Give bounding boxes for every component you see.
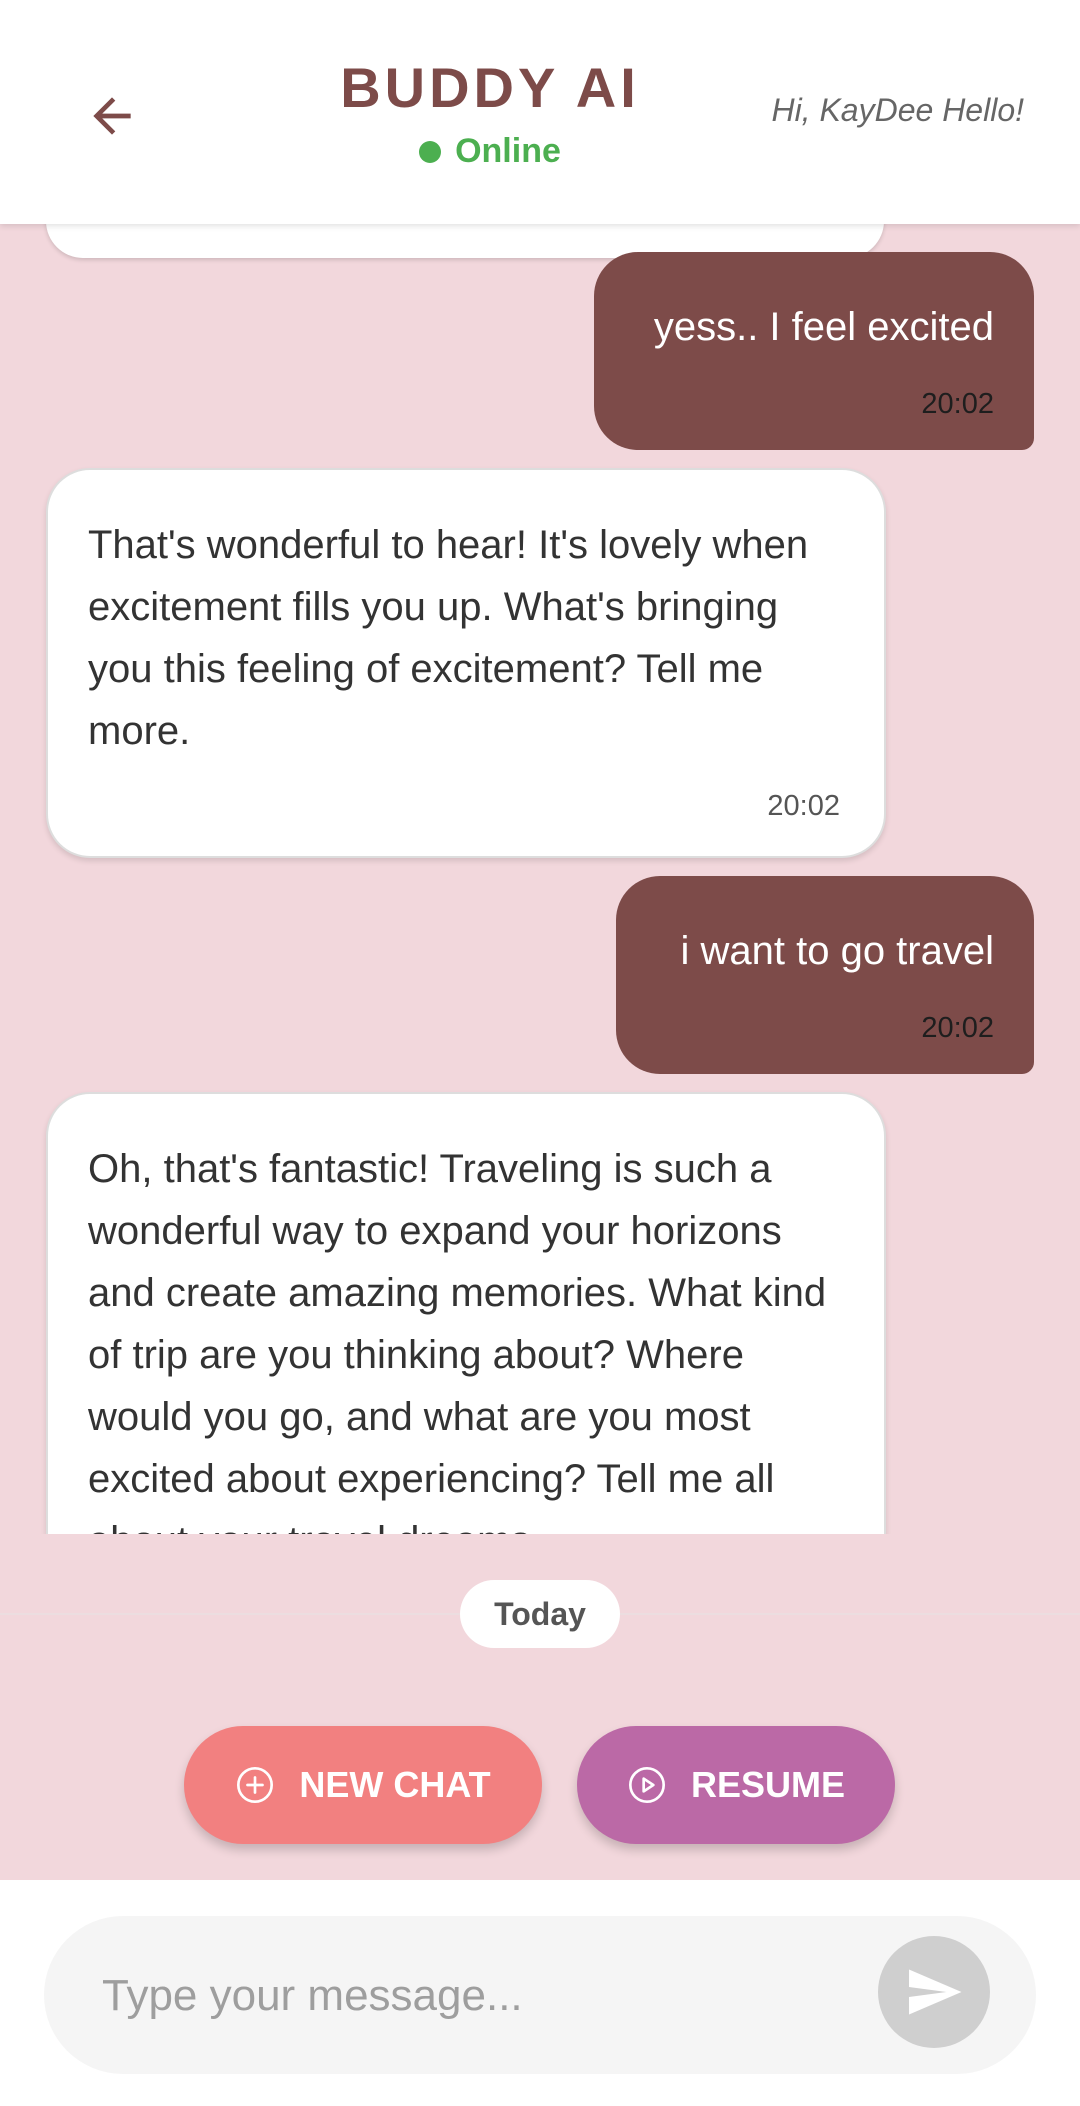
new-chat-label: NEW CHAT <box>299 1764 491 1805</box>
app-title: BUDDY AI <box>340 56 640 119</box>
message-text: i want to go travel <box>680 929 995 973</box>
bot-message-bubble: Oh, that's fantastic! Traveling is such … <box>46 1092 886 1534</box>
message-text: That's wonderful to hear! It's lovely wh… <box>88 523 809 753</box>
date-divider-label: Today <box>460 1580 620 1648</box>
message-time: 20:02 <box>921 1012 994 1044</box>
send-icon <box>909 1969 962 2015</box>
resume-button[interactable]: RESUME <box>577 1726 895 1844</box>
resume-label: RESUME <box>690 1764 846 1805</box>
message-time: 20:02 <box>921 388 994 420</box>
user-message-bubble: yess.. I feel excited 20:02 <box>594 252 1034 450</box>
message-input-container <box>44 1916 1036 2074</box>
plus-circle-icon <box>235 1765 275 1805</box>
back-button[interactable] <box>72 76 152 156</box>
app-header: BUDDY AI Online Hi, KayDee Hello! <box>0 0 1080 224</box>
play-circle-icon <box>627 1765 667 1805</box>
chat-message-list[interactable]: yess.. I feel excited 20:02 That's wonde… <box>0 224 1080 1534</box>
user-message-bubble: i want to go travel 20:02 <box>616 876 1034 1074</box>
user-greeting: Hi, KayDee Hello! <box>771 92 1024 128</box>
message-text: yess.. I feel excited <box>653 305 994 349</box>
arrow-left-icon <box>93 97 131 135</box>
message-composer <box>0 1880 1080 2106</box>
online-dot-icon <box>419 140 442 163</box>
message-text: Oh, that's fantastic! Traveling is such … <box>88 1147 827 1534</box>
new-chat-button[interactable]: NEW CHAT <box>184 1726 542 1844</box>
title-block: BUDDY AI Online <box>290 48 690 171</box>
message-input[interactable] <box>100 1944 864 2048</box>
status-indicator: Online <box>290 132 690 171</box>
message-time: 20:02 <box>767 790 840 822</box>
status-text: Online <box>455 132 561 170</box>
send-button[interactable] <box>878 1936 990 2048</box>
bot-message-bubble: That's wonderful to hear! It's lovely wh… <box>46 468 886 858</box>
